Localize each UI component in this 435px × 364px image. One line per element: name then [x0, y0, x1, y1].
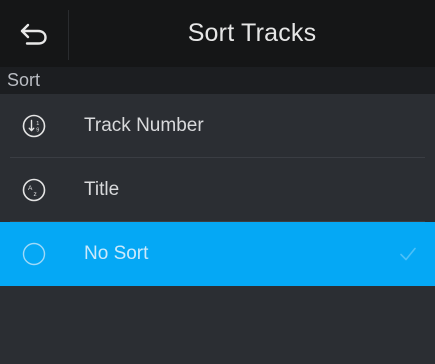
- svg-text:1: 1: [36, 121, 39, 127]
- option-label-title: Title: [84, 179, 120, 200]
- option-title[interactable]: A z Title: [0, 158, 435, 222]
- page-title: Sort Tracks: [187, 19, 317, 47]
- option-label-no-sort: No Sort: [84, 243, 149, 264]
- undo-arrow-icon: [20, 23, 47, 45]
- sort-options-list: 1 9 Track Number A z Title No Sort: [0, 94, 435, 286]
- svg-text:9: 9: [36, 128, 39, 134]
- section-header-sort: Sort: [0, 67, 435, 94]
- option-label-track-number: Track Number: [84, 115, 204, 136]
- sort-alphabetical-icon: A z: [22, 178, 46, 202]
- svg-text:A: A: [28, 185, 33, 192]
- back-button[interactable]: [0, 0, 68, 67]
- checkmark-icon: [400, 247, 416, 261]
- circle-icon: [22, 242, 46, 266]
- sort-numeric-icon: 1 9: [22, 114, 46, 138]
- svg-text:z: z: [34, 191, 37, 198]
- header-bar: Sort Tracks: [0, 0, 435, 67]
- sort-tracks-screen: Sort Tracks Sort 1 9 Track Number A z Ti…: [0, 0, 435, 364]
- option-track-number[interactable]: 1 9 Track Number: [0, 94, 435, 158]
- option-no-sort[interactable]: No Sort: [0, 222, 435, 286]
